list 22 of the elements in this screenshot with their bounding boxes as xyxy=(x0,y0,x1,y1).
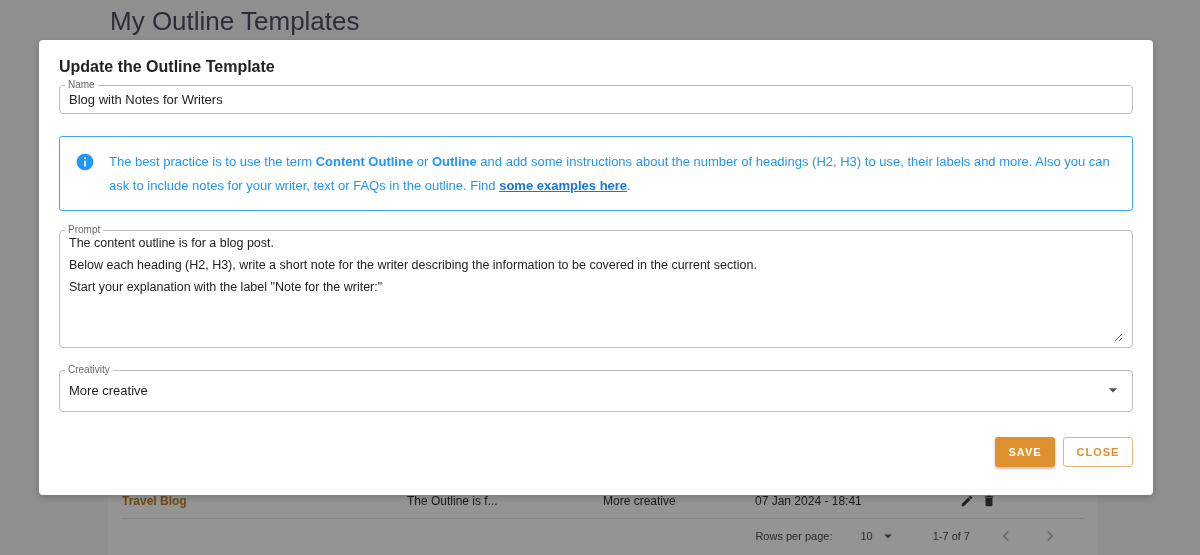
edit-icon[interactable] xyxy=(960,493,974,508)
link[interactable]: some examples here xyxy=(499,178,628,193)
field-label: Creativity xyxy=(67,365,111,375)
rows-per-page-select[interactable]: 10 xyxy=(860,527,897,545)
text-field[interactable]: Name Blog with Notes for Writers xyxy=(59,80,1133,114)
trash-icon[interactable] xyxy=(982,493,996,508)
info-icon[interactable] xyxy=(75,152,95,172)
dialog-title: Update the Outline Template xyxy=(59,57,276,77)
select-value: More creative xyxy=(69,382,148,398)
table-cell-text: 07 Jan 2024 - 18:41 xyxy=(755,493,863,508)
table-cell-text: The Outline is f... xyxy=(407,493,499,508)
table-cell-text: More creative xyxy=(603,493,677,508)
close-button[interactable]: CLOSE xyxy=(1063,437,1133,467)
field-label: Name xyxy=(67,80,96,90)
info-text: The best practice is to use the term Content Outline or Outline and add some instructions about the number of headings (H2, H3) to use, their labels and more. Also you can ask to include notes for your writer, text or FAQs in the outline. Find some examples here. xyxy=(109,153,1111,195)
save-button[interactable]: SAVE xyxy=(995,437,1055,467)
rows-per-page-label: Rows per page: xyxy=(755,530,833,542)
table-cell[interactable]: Travel Blog xyxy=(122,493,407,508)
page-title: My Outline Templates xyxy=(110,5,361,38)
select-field[interactable]: Creativity More creative xyxy=(59,365,1133,412)
page-range: 1-7 of 7 xyxy=(932,530,970,542)
field-label: Prompt xyxy=(67,225,102,235)
